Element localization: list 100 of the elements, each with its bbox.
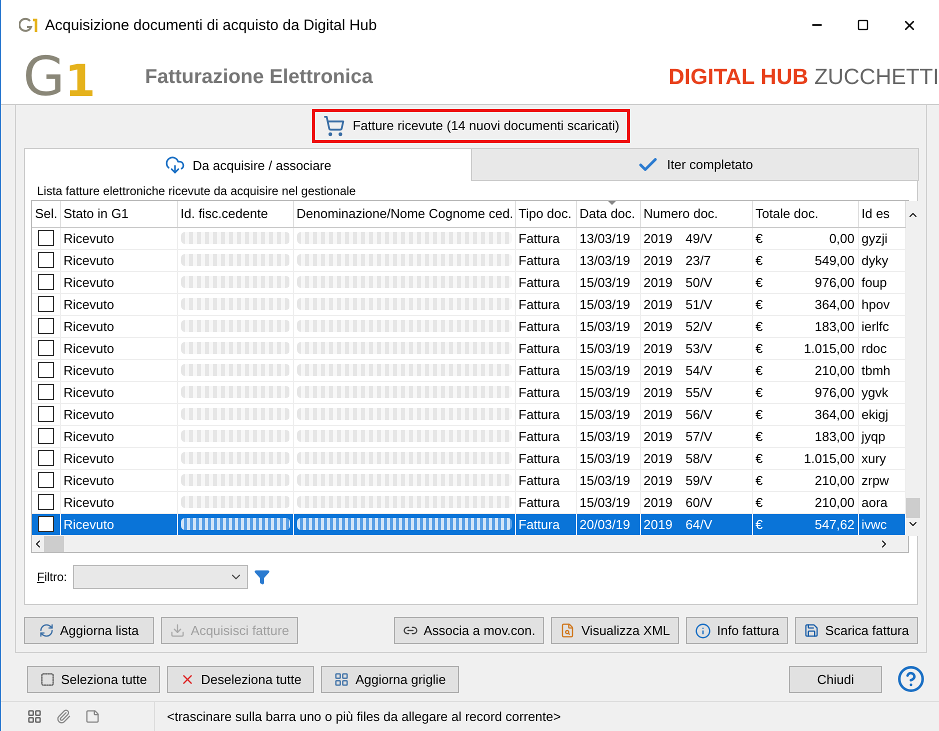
checkbox[interactable]: [38, 406, 54, 422]
status-text: <trascinare sulla barra uno o più files da allegare al record corrente>: [154, 702, 561, 731]
vertical-scrollbar[interactable]: [906, 201, 920, 536]
number-text: 54/V: [686, 362, 712, 378]
number-text: 60/V: [686, 494, 712, 510]
currency-text: €: [756, 362, 763, 378]
table-cell: jyqp: [858, 425, 905, 447]
checkbox[interactable]: [38, 516, 54, 532]
dashed-square-icon: [40, 672, 55, 686]
column-header[interactable]: Id es: [858, 201, 905, 227]
column-header[interactable]: Data doc.: [576, 201, 640, 227]
paperclip-icon[interactable]: [56, 709, 71, 724]
table-cell: foup: [858, 271, 905, 293]
amount-text: 0,00: [829, 230, 854, 246]
column-header[interactable]: Sel.: [32, 201, 60, 227]
table-cell: 15/03/19: [576, 447, 640, 469]
table-cell: Fattura: [515, 249, 576, 271]
column-header[interactable]: Tipo doc.: [515, 201, 576, 227]
horizontal-scrollbar[interactable]: [32, 536, 908, 552]
scroll-thumb[interactable]: [44, 536, 64, 552]
checkbox[interactable]: [38, 318, 54, 334]
table-cell: 13/03/19: [576, 249, 640, 271]
number-text: 50/V: [686, 274, 712, 290]
cart-icon: [322, 114, 345, 136]
checkbox[interactable]: [38, 296, 54, 312]
checkbox[interactable]: [38, 274, 54, 290]
table-cell: 15/03/19: [576, 469, 640, 491]
action-button[interactable]: Aggiorna lista: [24, 617, 154, 644]
number-text: 49/V: [686, 230, 712, 246]
amount-text: 976,00: [814, 384, 854, 400]
table-cell: Fattura: [515, 447, 576, 469]
column-header[interactable]: Denominazione/Nome Cognome ced.: [293, 201, 515, 227]
filter-icon[interactable]: [254, 568, 270, 584]
currency-text: €: [756, 340, 763, 356]
checkbox[interactable]: [38, 472, 54, 488]
action-button[interactable]: Info fattura: [686, 617, 788, 644]
scroll-thumb[interactable]: [906, 498, 920, 518]
action-button[interactable]: Scarica fattura: [795, 617, 918, 644]
currency-text: €: [756, 494, 763, 510]
action-button[interactable]: Associa a mov.con.: [394, 617, 544, 644]
checkbox[interactable]: [38, 450, 54, 466]
table-cell: 15/03/19: [576, 315, 640, 337]
currency-text: €: [756, 296, 763, 312]
table-cell: aora: [858, 491, 905, 513]
column-header[interactable]: Stato in G1: [60, 201, 177, 227]
table-cell: 13/03/19: [576, 227, 640, 249]
number-text: 64/V: [686, 516, 712, 532]
note-icon[interactable]: [85, 709, 100, 724]
table-cell: zrpw: [858, 469, 905, 491]
maximize-icon: [857, 19, 869, 31]
number-text: 56/V: [686, 406, 712, 422]
table-cell: 20/03/19: [576, 513, 640, 535]
year-text: 2019: [644, 340, 674, 356]
checkbox[interactable]: [38, 230, 54, 246]
number-text: 51/V: [686, 296, 712, 312]
column-header[interactable]: Totale doc.: [752, 201, 858, 227]
currency-text: €: [756, 252, 763, 268]
close-dialog-button[interactable]: Chiudi: [789, 666, 882, 692]
checkbox[interactable]: [38, 362, 54, 378]
checkbox[interactable]: [38, 384, 54, 400]
column-header[interactable]: Id. fisc.cedente: [177, 201, 293, 227]
number-text: 55/V: [686, 384, 712, 400]
number-text: 57/V: [686, 428, 712, 444]
action-button[interactable]: Visualizza XML: [551, 617, 680, 644]
footer-button[interactable]: Seleziona tutte: [27, 666, 160, 692]
table-cell: Ricevuto: [60, 403, 177, 425]
amount-text: 210,00: [814, 494, 854, 510]
received-invoices-button[interactable]: Fatture ricevute (14 nuovi documenti scaricati): [312, 108, 630, 142]
table-cell: ygvk: [858, 381, 905, 403]
table-cell: Fattura: [515, 491, 576, 513]
amount-text: 549,00: [814, 252, 854, 268]
checkbox[interactable]: [38, 494, 54, 510]
table-cell: Ricevuto: [60, 359, 177, 381]
table-cell: Ricevuto: [60, 271, 177, 293]
year-text: 2019: [644, 516, 674, 532]
checkbox[interactable]: [38, 252, 54, 268]
table-cell: Fattura: [515, 403, 576, 425]
column-header[interactable]: Numero doc.: [640, 201, 752, 227]
footer-button[interactable]: Aggiorna griglie: [321, 666, 459, 692]
table-cell: Fattura: [515, 381, 576, 403]
tab[interactable]: Iter completato: [471, 148, 919, 181]
info-icon: [695, 622, 712, 638]
year-text: 2019: [644, 230, 674, 246]
table-cell: ekigj: [858, 403, 905, 425]
number-text: 23/7: [686, 252, 711, 268]
save-icon: [804, 623, 820, 638]
grid-icon[interactable]: [27, 709, 42, 724]
checkbox[interactable]: [38, 340, 54, 356]
table-cell: 15/03/19: [576, 403, 640, 425]
tab[interactable]: Da acquisire / associare: [24, 148, 472, 181]
amount-text: 183,00: [814, 318, 854, 334]
year-text: 2019: [644, 252, 674, 268]
table-cell: Ricevuto: [60, 381, 177, 403]
table-cell: tbmh: [858, 359, 905, 381]
checkbox[interactable]: [38, 428, 54, 444]
currency-text: €: [756, 274, 763, 290]
table-cell: 15/03/19: [576, 425, 640, 447]
table-cell: rdoc: [858, 337, 905, 359]
footer-button[interactable]: Deseleziona tutte: [167, 666, 314, 692]
help-button[interactable]: [897, 665, 925, 693]
